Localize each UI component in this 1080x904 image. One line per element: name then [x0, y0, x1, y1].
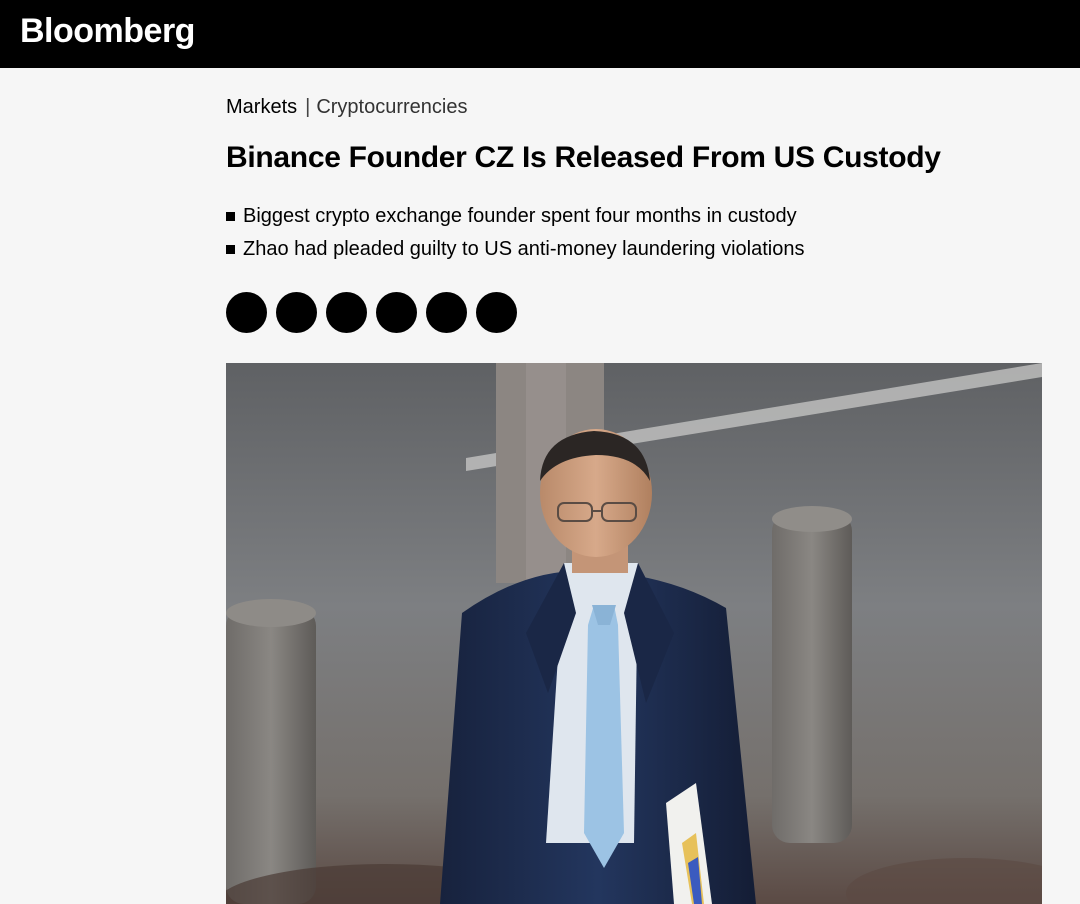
- article-headline: Binance Founder CZ Is Released From US C…: [226, 141, 941, 174]
- share-buttons-row: [226, 292, 517, 333]
- bullet-square-icon: [226, 245, 235, 254]
- hero-photo: [226, 363, 1042, 904]
- article-summary-bullets: Biggest crypto exchange founder spent fo…: [226, 200, 804, 266]
- share-button-3[interactable]: [326, 292, 367, 333]
- bloomberg-logo[interactable]: Bloomberg: [20, 11, 195, 51]
- share-button-1[interactable]: [226, 292, 267, 333]
- breadcrumb-separator: |: [305, 96, 311, 118]
- summary-bullet: Zhao had pleaded guilty to US anti-money…: [226, 233, 804, 266]
- summary-bullet: Biggest crypto exchange founder spent fo…: [226, 200, 804, 233]
- hero-photo-illustration: [226, 363, 1042, 904]
- bullet-square-icon: [226, 212, 235, 221]
- share-button-5[interactable]: [426, 292, 467, 333]
- summary-bullet-text: Biggest crypto exchange founder spent fo…: [243, 205, 797, 227]
- summary-bullet-text: Zhao had pleaded guilty to US anti-money…: [243, 238, 805, 260]
- share-button-4[interactable]: [376, 292, 417, 333]
- breadcrumb-subsection-link[interactable]: Cryptocurrencies: [316, 96, 467, 118]
- top-nav-bar: Bloomberg: [0, 0, 1080, 68]
- share-button-6[interactable]: [476, 292, 517, 333]
- breadcrumb-section-link[interactable]: Markets: [226, 96, 297, 118]
- breadcrumb: Markets | Cryptocurrencies: [226, 94, 468, 120]
- share-button-2[interactable]: [276, 292, 317, 333]
